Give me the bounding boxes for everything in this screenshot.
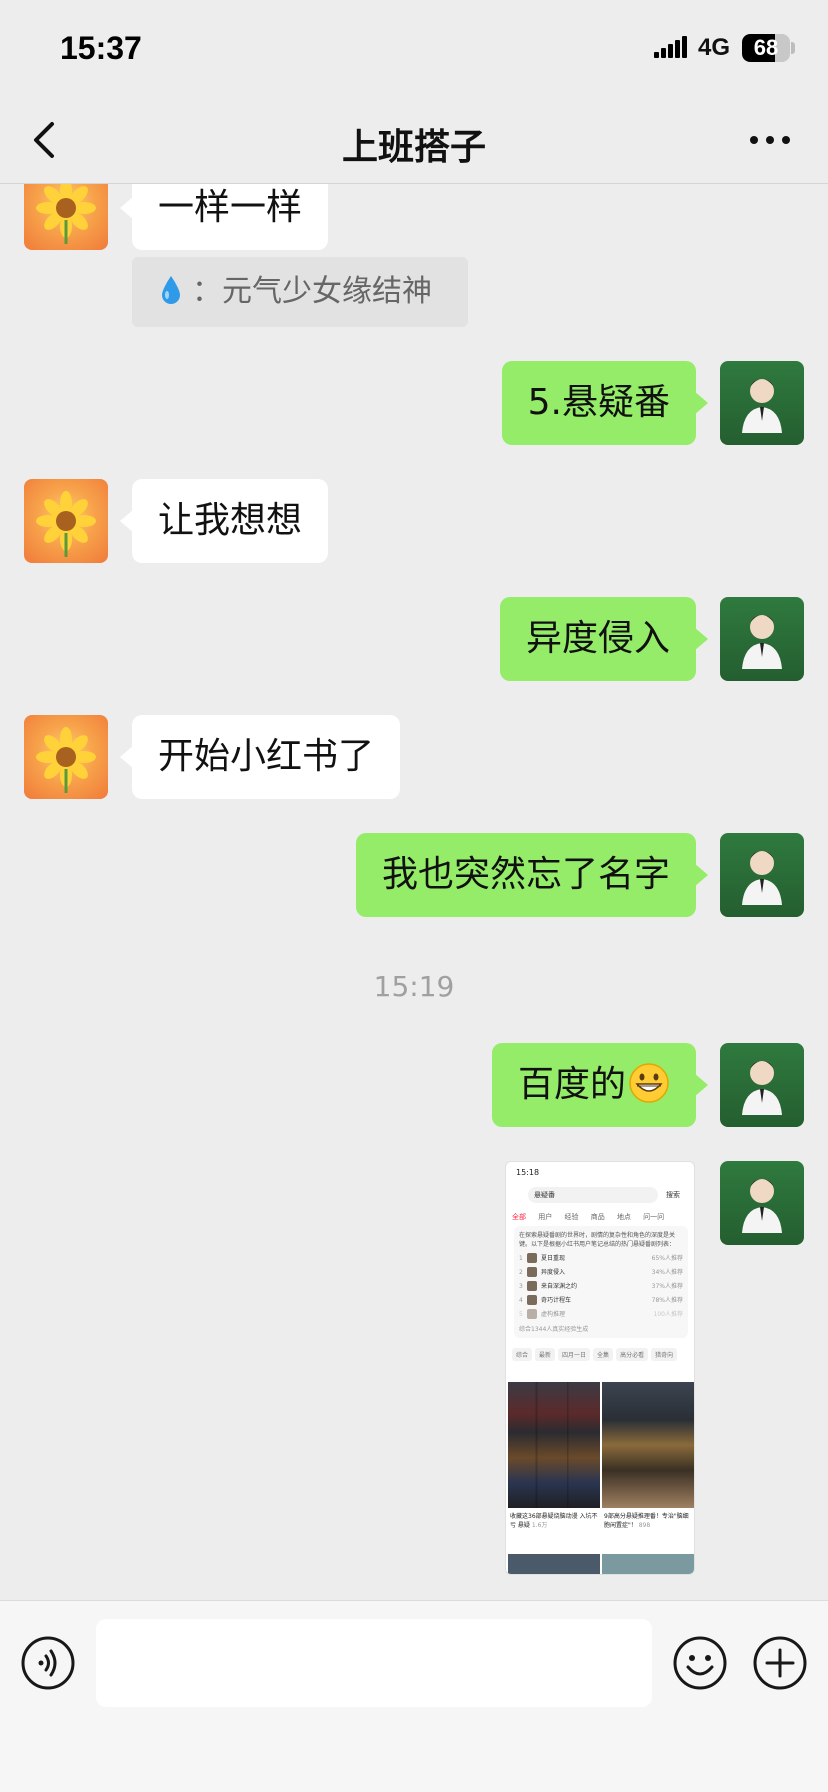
thumb-post-caption: 9部高分悬疑推理番！专治"脑细胞闲置症"！ 898 xyxy=(604,1513,689,1529)
thumb-search-box: 悬疑番 xyxy=(528,1187,658,1203)
voice-icon[interactable] xyxy=(20,1635,76,1691)
avatar-contact[interactable] xyxy=(24,184,108,250)
battery-tip xyxy=(791,42,795,54)
thumb-tab: 全部 xyxy=(512,1213,526,1221)
message-bubble-self[interactable]: 我也突然忘了名字 xyxy=(355,833,709,917)
nav-bar: 上班搭子 xyxy=(0,96,828,184)
thumb-post-caption: 收藏这36部悬疑烧脑动漫 入坑不亏 悬疑 1.6万 xyxy=(510,1513,598,1529)
message-bubble-other[interactable]: 一样一样 xyxy=(119,184,329,250)
status-bar: 15:37 4G 68 xyxy=(0,0,828,96)
shared-screenshot-image[interactable]: 15:18 悬疑番 搜索 全部 用户 经验 商品 地点 问一问 在探索悬疑番剧的… xyxy=(505,1161,695,1575)
thumb-row: 1 夏日重现 65%人推荐 xyxy=(519,1253,683,1263)
battery-indicator: 68 xyxy=(742,34,790,62)
thumb-post-image xyxy=(508,1382,600,1508)
thumb-tabs: 全部 用户 经验 商品 地点 问一问 xyxy=(512,1212,692,1222)
emoji-icon[interactable] xyxy=(672,1635,728,1691)
message-bubble-other[interactable]: 开始小红书了 xyxy=(119,715,401,799)
status-time: 15:37 xyxy=(60,30,142,66)
avatar-self[interactable] xyxy=(720,1043,804,1127)
battery-level: 68 xyxy=(753,35,779,60)
thumb-post-image xyxy=(508,1554,600,1574)
avatar-self[interactable] xyxy=(720,361,804,445)
person-avatar-icon xyxy=(742,1179,782,1233)
quote-separator: ： xyxy=(192,274,222,309)
thumb-tab: 问一问 xyxy=(643,1213,665,1221)
input-bar xyxy=(0,1600,828,1792)
avatar-self[interactable] xyxy=(720,1161,804,1245)
avatar-contact[interactable] xyxy=(24,479,108,563)
message-bubble-other[interactable]: 让我想想 xyxy=(119,479,329,563)
sunflower-icon xyxy=(36,184,96,244)
thumb-filter-chips: 综合 最新 四月一日 全集 高分必看 猎奇向 xyxy=(512,1348,680,1361)
quote-text: 元气少女缘结神 xyxy=(222,274,432,309)
avatar-contact[interactable] xyxy=(24,715,108,799)
quoted-reply[interactable]: ：元气少女缘结神 xyxy=(132,257,468,327)
thumb-tab: 地点 xyxy=(616,1213,631,1221)
message-text: 百度的 xyxy=(517,1064,626,1105)
thumb-post-image xyxy=(602,1382,694,1508)
thumb-tab: 用户 xyxy=(538,1213,553,1221)
cellular-signal-icon xyxy=(654,36,687,58)
thumb-summary: 在探索悬疑番剧的世界时，剧情的复杂性和角色的深度是关键。以下是根据小红书用户笔记… xyxy=(519,1232,676,1248)
water-drop-icon xyxy=(162,276,180,304)
message-bubble-self[interactable]: 5.悬疑番 xyxy=(501,361,709,445)
message-bubble-self[interactable]: 百度的 xyxy=(491,1043,709,1127)
thumb-row: 5 虚构推理 100人推荐 xyxy=(519,1309,683,1319)
thumb-row: 4 奇巧计程车 78%人推荐 xyxy=(519,1295,683,1305)
person-avatar-icon xyxy=(742,1061,782,1115)
person-avatar-icon xyxy=(742,615,782,669)
message-bubble-self[interactable]: 异度侵入 xyxy=(499,597,709,681)
message-input[interactable] xyxy=(96,1619,652,1707)
more-dots-icon[interactable] xyxy=(748,126,792,154)
avatar-self[interactable] xyxy=(720,833,804,917)
thumb-tab: 经验 xyxy=(564,1213,579,1221)
sunflower-icon xyxy=(36,727,96,793)
grinning-face-icon xyxy=(629,1063,669,1103)
thumb-post-image xyxy=(602,1554,694,1574)
thumb-summary-card: 在探索悬疑番剧的世界时，剧情的复杂性和角色的深度是关键。以下是根据小红书用户笔记… xyxy=(514,1226,688,1338)
thumb-row: 3 来自深渊之约 37%人推荐 xyxy=(519,1281,683,1291)
avatar-self[interactable] xyxy=(720,597,804,681)
person-avatar-icon xyxy=(742,851,782,905)
sunflower-icon xyxy=(36,491,96,557)
thumb-search-button: 搜索 xyxy=(666,1191,680,1199)
thumb-tab: 商品 xyxy=(590,1213,605,1221)
thumb-footer: 综合1344人真实经验生成 xyxy=(519,1326,589,1333)
person-avatar-icon xyxy=(742,379,782,433)
network-type: 4G xyxy=(698,34,731,61)
chat-title: 上班搭子 xyxy=(341,127,486,168)
thumb-status-time: 15:18 xyxy=(516,1168,540,1177)
chat-area[interactable]: 一样一样 ：元气少女缘结神 5.悬疑番 让我想想 异度侵入 开始小红书了 我也突… xyxy=(0,184,828,1600)
plus-icon[interactable] xyxy=(752,1635,808,1691)
chat-timestamp: 15:19 xyxy=(373,970,455,1003)
thumb-row: 2 异度侵入 34%人推荐 xyxy=(519,1267,683,1277)
